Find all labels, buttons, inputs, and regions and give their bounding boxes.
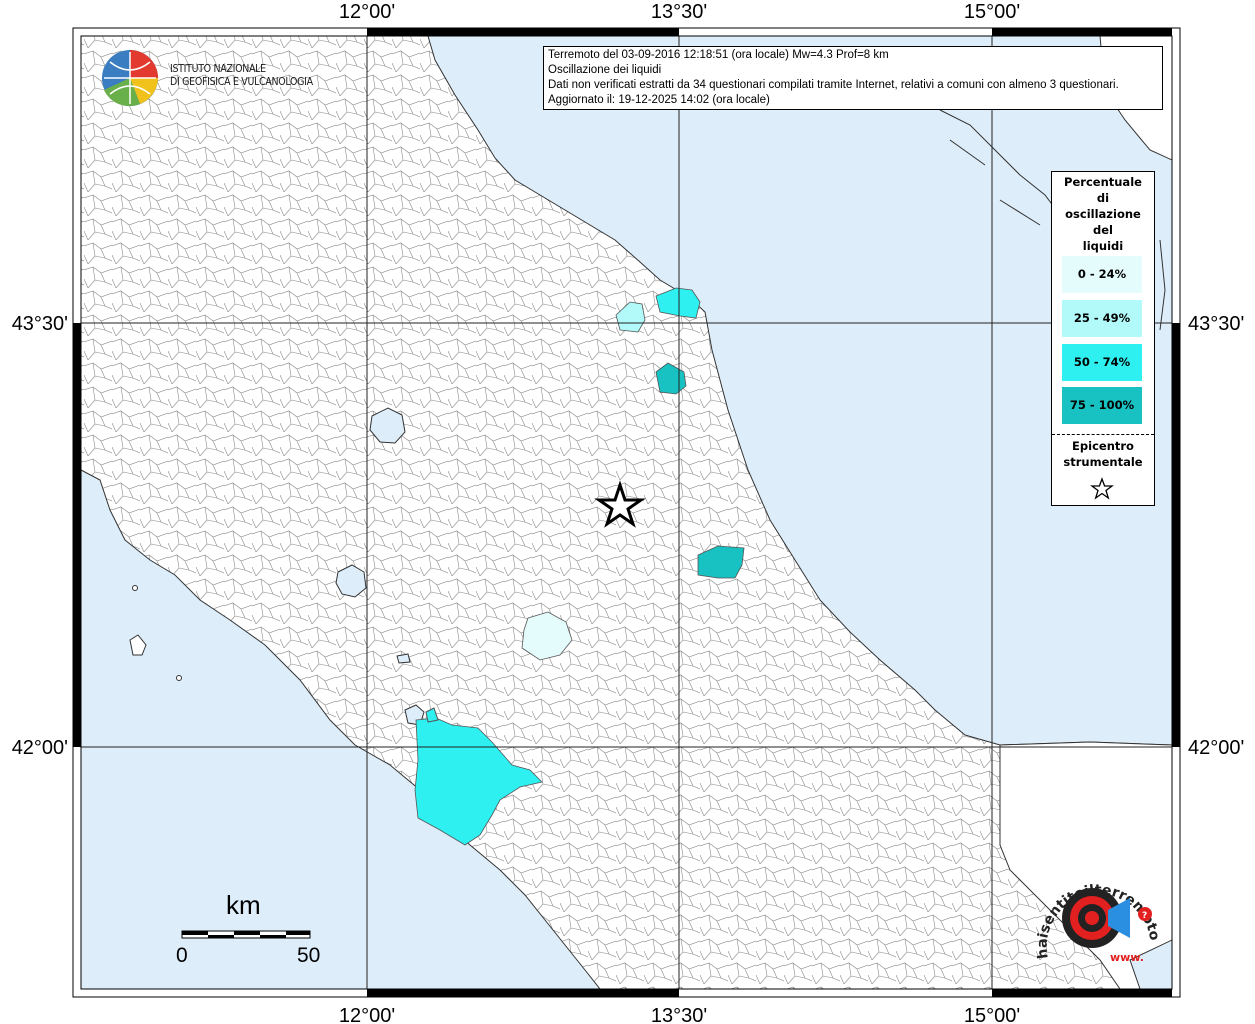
data-disclaimer: Dati non verificati estratti da 34 quest… [548,79,1119,91]
axis-right-lat-2: 42°00' [1188,737,1244,759]
legend-separator [1052,434,1154,435]
ingv-logo-icon [102,50,158,107]
axis-right-lat-1: 43°30' [1188,313,1244,335]
legend: Percentuale di oscillazione del liquidi … [1051,171,1155,506]
axis-left-lat-2: 42°00' [12,737,68,759]
update-time: Aggiornato il: 19-12-2025 14:02 (ora loc… [548,94,770,106]
axis-top-lon-2: 13°30' [651,1,707,23]
haisentito-logo-www: www. [1110,951,1144,964]
island-small-2 [176,675,182,681]
ingv-name: ISTITUTO NAZIONALE DI GEOFISICA E VULCAN… [170,63,313,89]
ingv-name-line1: ISTITUTO NAZIONALE [170,63,266,75]
map-subject: Oscillazione dei liquidi [548,64,662,76]
legend-epicenter-line: strumentale [1063,455,1143,469]
axis-bottom-lon-2: 13°30' [651,1005,707,1024]
legend-title: Percentuale di oscillazione del liquidi [1058,172,1148,254]
legend-item-50-74: 50 - 74% [1062,344,1142,381]
legend-title-line: del [1093,223,1113,237]
scale-bar [181,930,311,939]
haisentito-logo-mark: ? [1142,911,1147,921]
axis-left-lat-1: 43°30' [12,313,68,335]
axis-top-lon-1: 12°00' [339,1,395,23]
axis-top-lon-3: 15°00' [964,1,1020,23]
scale-max: 50 [297,944,321,967]
scale-min: 0 [176,944,188,967]
axis-bottom-lon-1: 12°00' [339,1005,395,1024]
legend-item-0-24: 0 - 24% [1062,256,1142,293]
legend-title-line: oscillazione [1065,207,1141,221]
event-title: Terremoto del 03-09-2016 12:18:51 (ora l… [548,49,889,61]
event-info-box: Terremoto del 03-09-2016 12:18:51 (ora l… [543,46,1163,110]
haisentito-logo-icon: haisentitoilterremoto.it ? www. [1030,858,1162,964]
legend-title-line: Percentuale [1064,175,1142,189]
legend-title-line: di [1096,191,1110,205]
scale-unit: km [226,890,261,920]
island-small [132,585,138,591]
legend-item-75-100: 75 - 100% [1062,387,1142,424]
legend-epicenter-line: Epicentro [1072,439,1134,453]
ingv-name-line2: DI GEOFISICA E VULCANOLOGIA [170,76,313,88]
legend-epicenter-label: Epicentro strumentale [1052,438,1154,470]
lake-vico [396,653,411,664]
legend-item-25-49: 25 - 49% [1062,300,1142,337]
legend-star-icon [1090,477,1114,500]
axis-bottom-lon-3: 15°00' [964,1005,1020,1024]
legend-title-line: liquidi [1082,239,1124,253]
